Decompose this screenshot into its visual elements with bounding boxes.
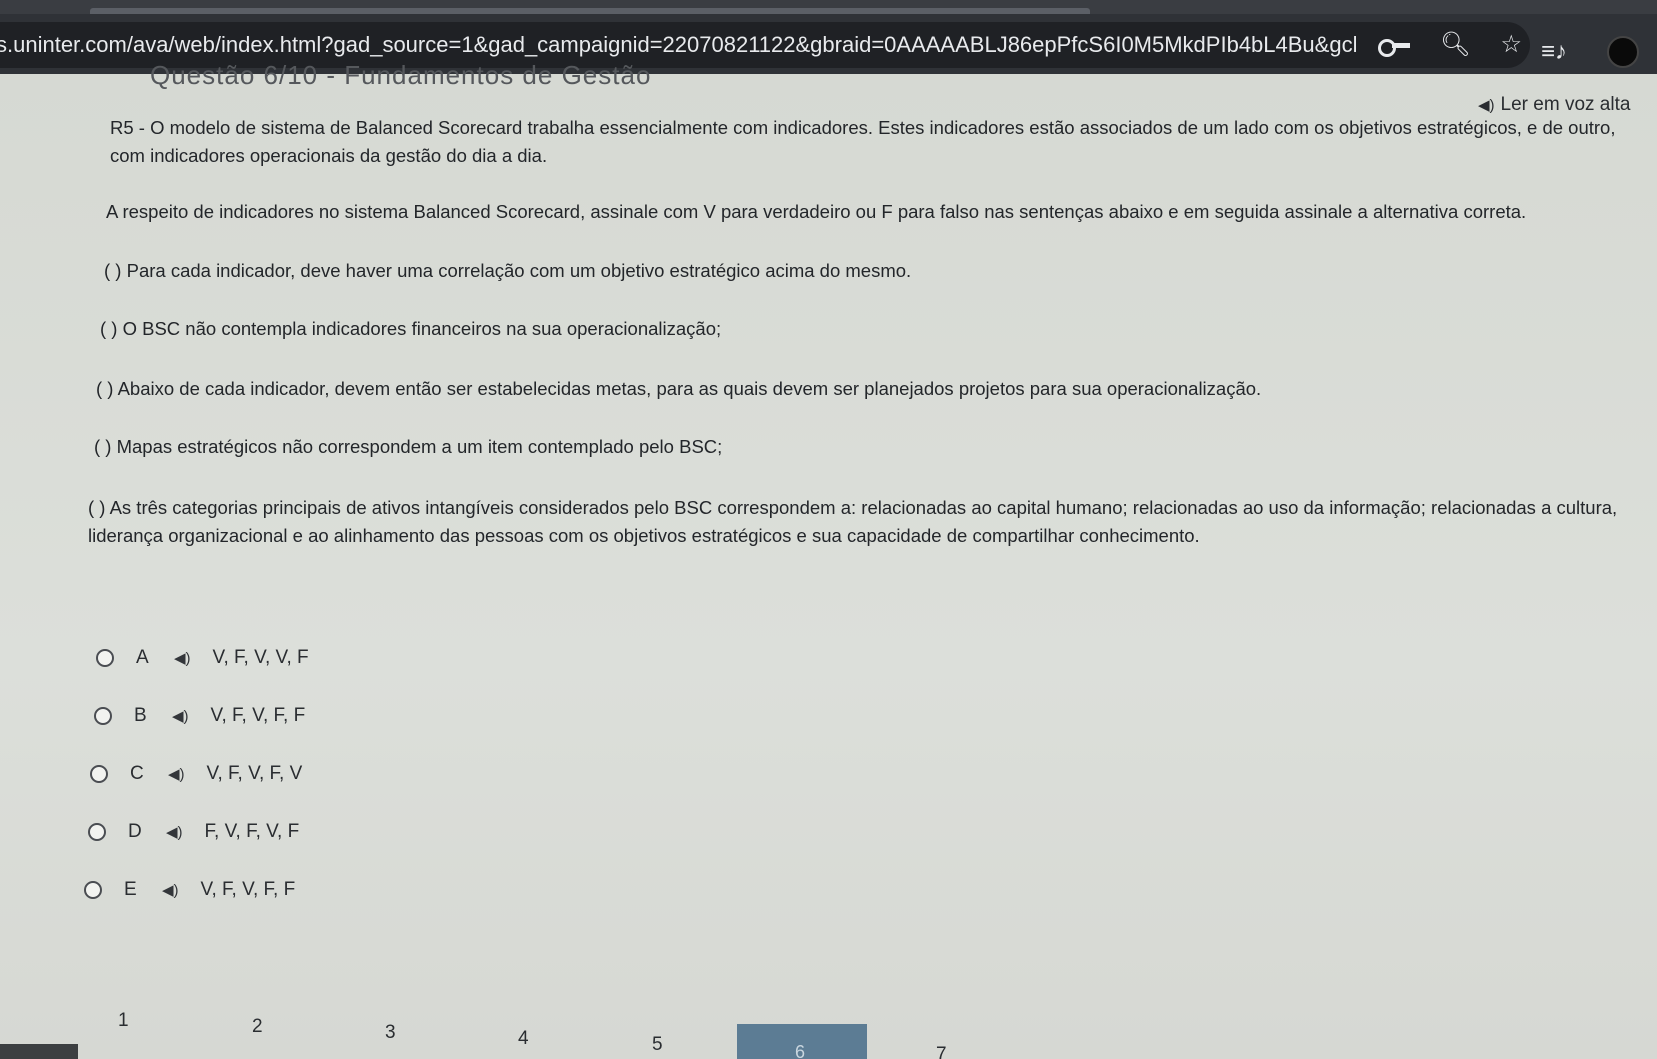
option-letter: C bbox=[130, 763, 144, 784]
option-text: V, F, V, F, F bbox=[210, 705, 306, 726]
option-c[interactable]: C ◀) V, F, V, F, V bbox=[90, 756, 302, 792]
option-b[interactable]: B ◀) V, F, V, F, F bbox=[94, 698, 305, 734]
statement-1: ( ) Para cada indicador, deve haver uma … bbox=[104, 260, 912, 281]
url-text[interactable]: s.uninter.com/ava/web/index.html?gad_sou… bbox=[0, 32, 1356, 58]
question-header: Questão 6/10 - Fundamentos de Gestão bbox=[150, 60, 652, 90]
page-link-2[interactable]: 2 bbox=[252, 1016, 263, 1038]
question-page: Questão 6/10 - Fundamentos de Gestão ◀) … bbox=[0, 60, 1657, 1059]
speaker-icon: ◀) bbox=[1478, 97, 1495, 114]
radio-button[interactable] bbox=[96, 649, 114, 667]
option-letter: A bbox=[136, 647, 149, 668]
statement-2: ( ) O BSC não contempla indicadores fina… bbox=[100, 318, 722, 339]
read-aloud-button[interactable]: ◀) Ler em voz alta bbox=[1478, 94, 1630, 116]
page-link-3[interactable]: 3 bbox=[385, 1022, 396, 1044]
bookmark-star-icon[interactable]: ☆ bbox=[1500, 33, 1522, 57]
media-control-icon[interactable]: ≡♪ bbox=[1541, 38, 1567, 66]
option-text: V, F, V, F, V bbox=[206, 763, 303, 784]
password-key-icon[interactable] bbox=[1378, 37, 1410, 57]
browser-tab-strip bbox=[0, 0, 1657, 14]
statement-3: ( ) Abaixo de cada indicador, devem entã… bbox=[96, 378, 1262, 399]
page-link-7[interactable]: 7 bbox=[936, 1044, 947, 1059]
search-icon[interactable]: 🔍︎ bbox=[1440, 33, 1470, 57]
speaker-icon[interactable]: ◀) bbox=[166, 823, 183, 841]
statement-4: ( ) Mapas estratégicos não correspondem … bbox=[94, 436, 723, 457]
option-letter: D bbox=[128, 821, 142, 842]
speaker-icon[interactable]: ◀) bbox=[174, 649, 191, 667]
radio-button[interactable] bbox=[84, 881, 102, 899]
statement-5: ( ) As três categorias principais de ati… bbox=[88, 497, 1618, 546]
page-link-4[interactable]: 4 bbox=[518, 1028, 529, 1050]
option-text: F, V, F, V, F bbox=[204, 821, 300, 842]
speaker-icon[interactable]: ◀) bbox=[162, 881, 179, 899]
read-aloud-label: Ler em voz alta bbox=[1500, 94, 1631, 115]
speaker-icon[interactable]: ◀) bbox=[168, 765, 185, 783]
speaker-icon[interactable]: ◀) bbox=[172, 707, 189, 725]
profile-avatar[interactable] bbox=[1607, 36, 1639, 68]
page-link-6-active[interactable]: 6 bbox=[737, 1024, 867, 1059]
radio-button[interactable] bbox=[90, 765, 108, 783]
option-a[interactable]: A ◀) V, F, V, V, F bbox=[96, 640, 309, 676]
option-letter: E bbox=[124, 879, 137, 900]
option-text: V, F, V, F, F bbox=[200, 879, 296, 900]
page-link-5[interactable]: 5 bbox=[652, 1034, 663, 1056]
page-link-1[interactable]: 1 bbox=[118, 1010, 129, 1032]
radio-button[interactable] bbox=[94, 707, 112, 725]
radio-button[interactable] bbox=[88, 823, 106, 841]
question-pagination: 1 2 3 4 5 6 7 bbox=[0, 1010, 1657, 1059]
option-text: V, F, V, V, F bbox=[212, 647, 309, 668]
option-d[interactable]: D ◀) F, V, F, V, F bbox=[88, 814, 299, 850]
option-e[interactable]: E ◀) V, F, V, F, F bbox=[84, 872, 295, 908]
question-paragraph-1: R5 - O modelo de sistema de Balanced Sco… bbox=[110, 117, 1616, 166]
option-letter: B bbox=[134, 705, 147, 726]
taskbar-fragment bbox=[0, 1044, 78, 1059]
question-paragraph-2: A respeito de indicadores no sistema Bal… bbox=[106, 201, 1527, 222]
